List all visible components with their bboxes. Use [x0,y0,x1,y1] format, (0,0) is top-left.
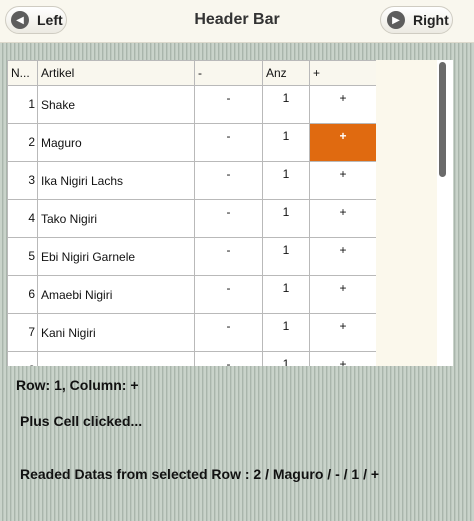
column-header-minus[interactable]: - [194,60,263,86]
artikel-cell[interactable]: Kani Nigiri [37,313,195,352]
click-message: Plus Cell clicked... [20,413,143,429]
plus-cell[interactable]: + [309,85,377,124]
row-column-status: Row: 1, Column: + [16,377,139,393]
grid-scrollbar[interactable] [439,62,446,177]
grid-empty-area [376,60,437,366]
column-header-number[interactable]: N... [7,60,38,86]
table-row[interactable]: 4 Tako Nigiri -1 + [7,199,377,238]
minus-cell[interactable]: - [194,199,263,238]
column-header-anz[interactable]: Anz [262,60,310,86]
row-number-cell: 7 [7,313,38,352]
table-header-row: N... Artikel - Anz + [7,60,377,86]
minus-cell[interactable]: - [194,85,263,124]
anz-cell[interactable]: 1 [262,275,310,314]
row-number-cell: 1 [7,85,38,124]
column-header-plus[interactable]: + [309,60,377,86]
table-row[interactable]: 3 Ika Nigiri Lachs -1 + [7,161,377,200]
plus-cell[interactable]: + [309,199,377,238]
plus-cell[interactable]: + [309,351,377,366]
arrow-right-icon: ▶ [387,11,405,29]
order-grid: N... Artikel - Anz + 1 Shake -1 +2 Maguro -1 +… [7,60,453,366]
anz-cell[interactable]: 1 [262,237,310,276]
artikel-cell[interactable]: Shime-Nigiri [37,351,195,366]
plus-cell[interactable]: + [309,237,377,276]
selected-row-data: Readed Datas from selected Row : 2 / Mag… [20,466,380,482]
table-row[interactable]: 1 Shake -1 + [7,85,377,124]
artikel-cell[interactable]: Maguro [37,123,195,162]
row-number-cell: 5 [7,237,38,276]
anz-cell[interactable]: 1 [262,85,310,124]
table-row[interactable]: 5 Ebi Nigiri Garnele -1 + [7,237,377,276]
minus-cell[interactable]: - [194,123,263,162]
row-number-cell: 8 [7,351,38,366]
anz-cell[interactable]: 1 [262,313,310,352]
anz-cell[interactable]: 1 [262,351,310,366]
column-header-artikel[interactable]: Artikel [37,60,195,86]
artikel-cell[interactable]: Ika Nigiri Lachs [37,161,195,200]
minus-cell[interactable]: - [194,161,263,200]
plus-cell[interactable]: + [309,123,377,162]
anz-cell[interactable]: 1 [262,161,310,200]
anz-cell[interactable]: 1 [262,123,310,162]
minus-cell[interactable]: - [194,237,263,276]
artikel-cell[interactable]: Ebi Nigiri Garnele [37,237,195,276]
plus-cell[interactable]: + [309,275,377,314]
row-number-cell: 6 [7,275,38,314]
artikel-cell[interactable]: Amaebi Nigiri [37,275,195,314]
row-number-cell: 3 [7,161,38,200]
right-button-label: Right [413,12,449,28]
table-row[interactable]: 6 Amaebi Nigiri -1 + [7,275,377,314]
anz-cell[interactable]: 1 [262,199,310,238]
order-table: N... Artikel - Anz + 1 Shake -1 +2 Maguro -1 +… [7,60,377,366]
artikel-cell[interactable]: Shake [37,85,195,124]
header-bar: ◀ Left Header Bar ▶ Right [0,0,474,43]
table-row[interactable]: 7 Kani Nigiri -1 + [7,313,377,352]
right-button[interactable]: ▶ Right [380,6,453,34]
table-row[interactable]: 2 Maguro -1 + [7,123,377,162]
minus-cell[interactable]: - [194,351,263,366]
plus-cell[interactable]: + [309,313,377,352]
minus-cell[interactable]: - [194,275,263,314]
table-row[interactable]: 8Shime-Nigiri-1+ [7,351,377,366]
row-number-cell: 4 [7,199,38,238]
plus-cell[interactable]: + [309,161,377,200]
artikel-cell[interactable]: Tako Nigiri [37,199,195,238]
minus-cell[interactable]: - [194,313,263,352]
row-number-cell: 2 [7,123,38,162]
